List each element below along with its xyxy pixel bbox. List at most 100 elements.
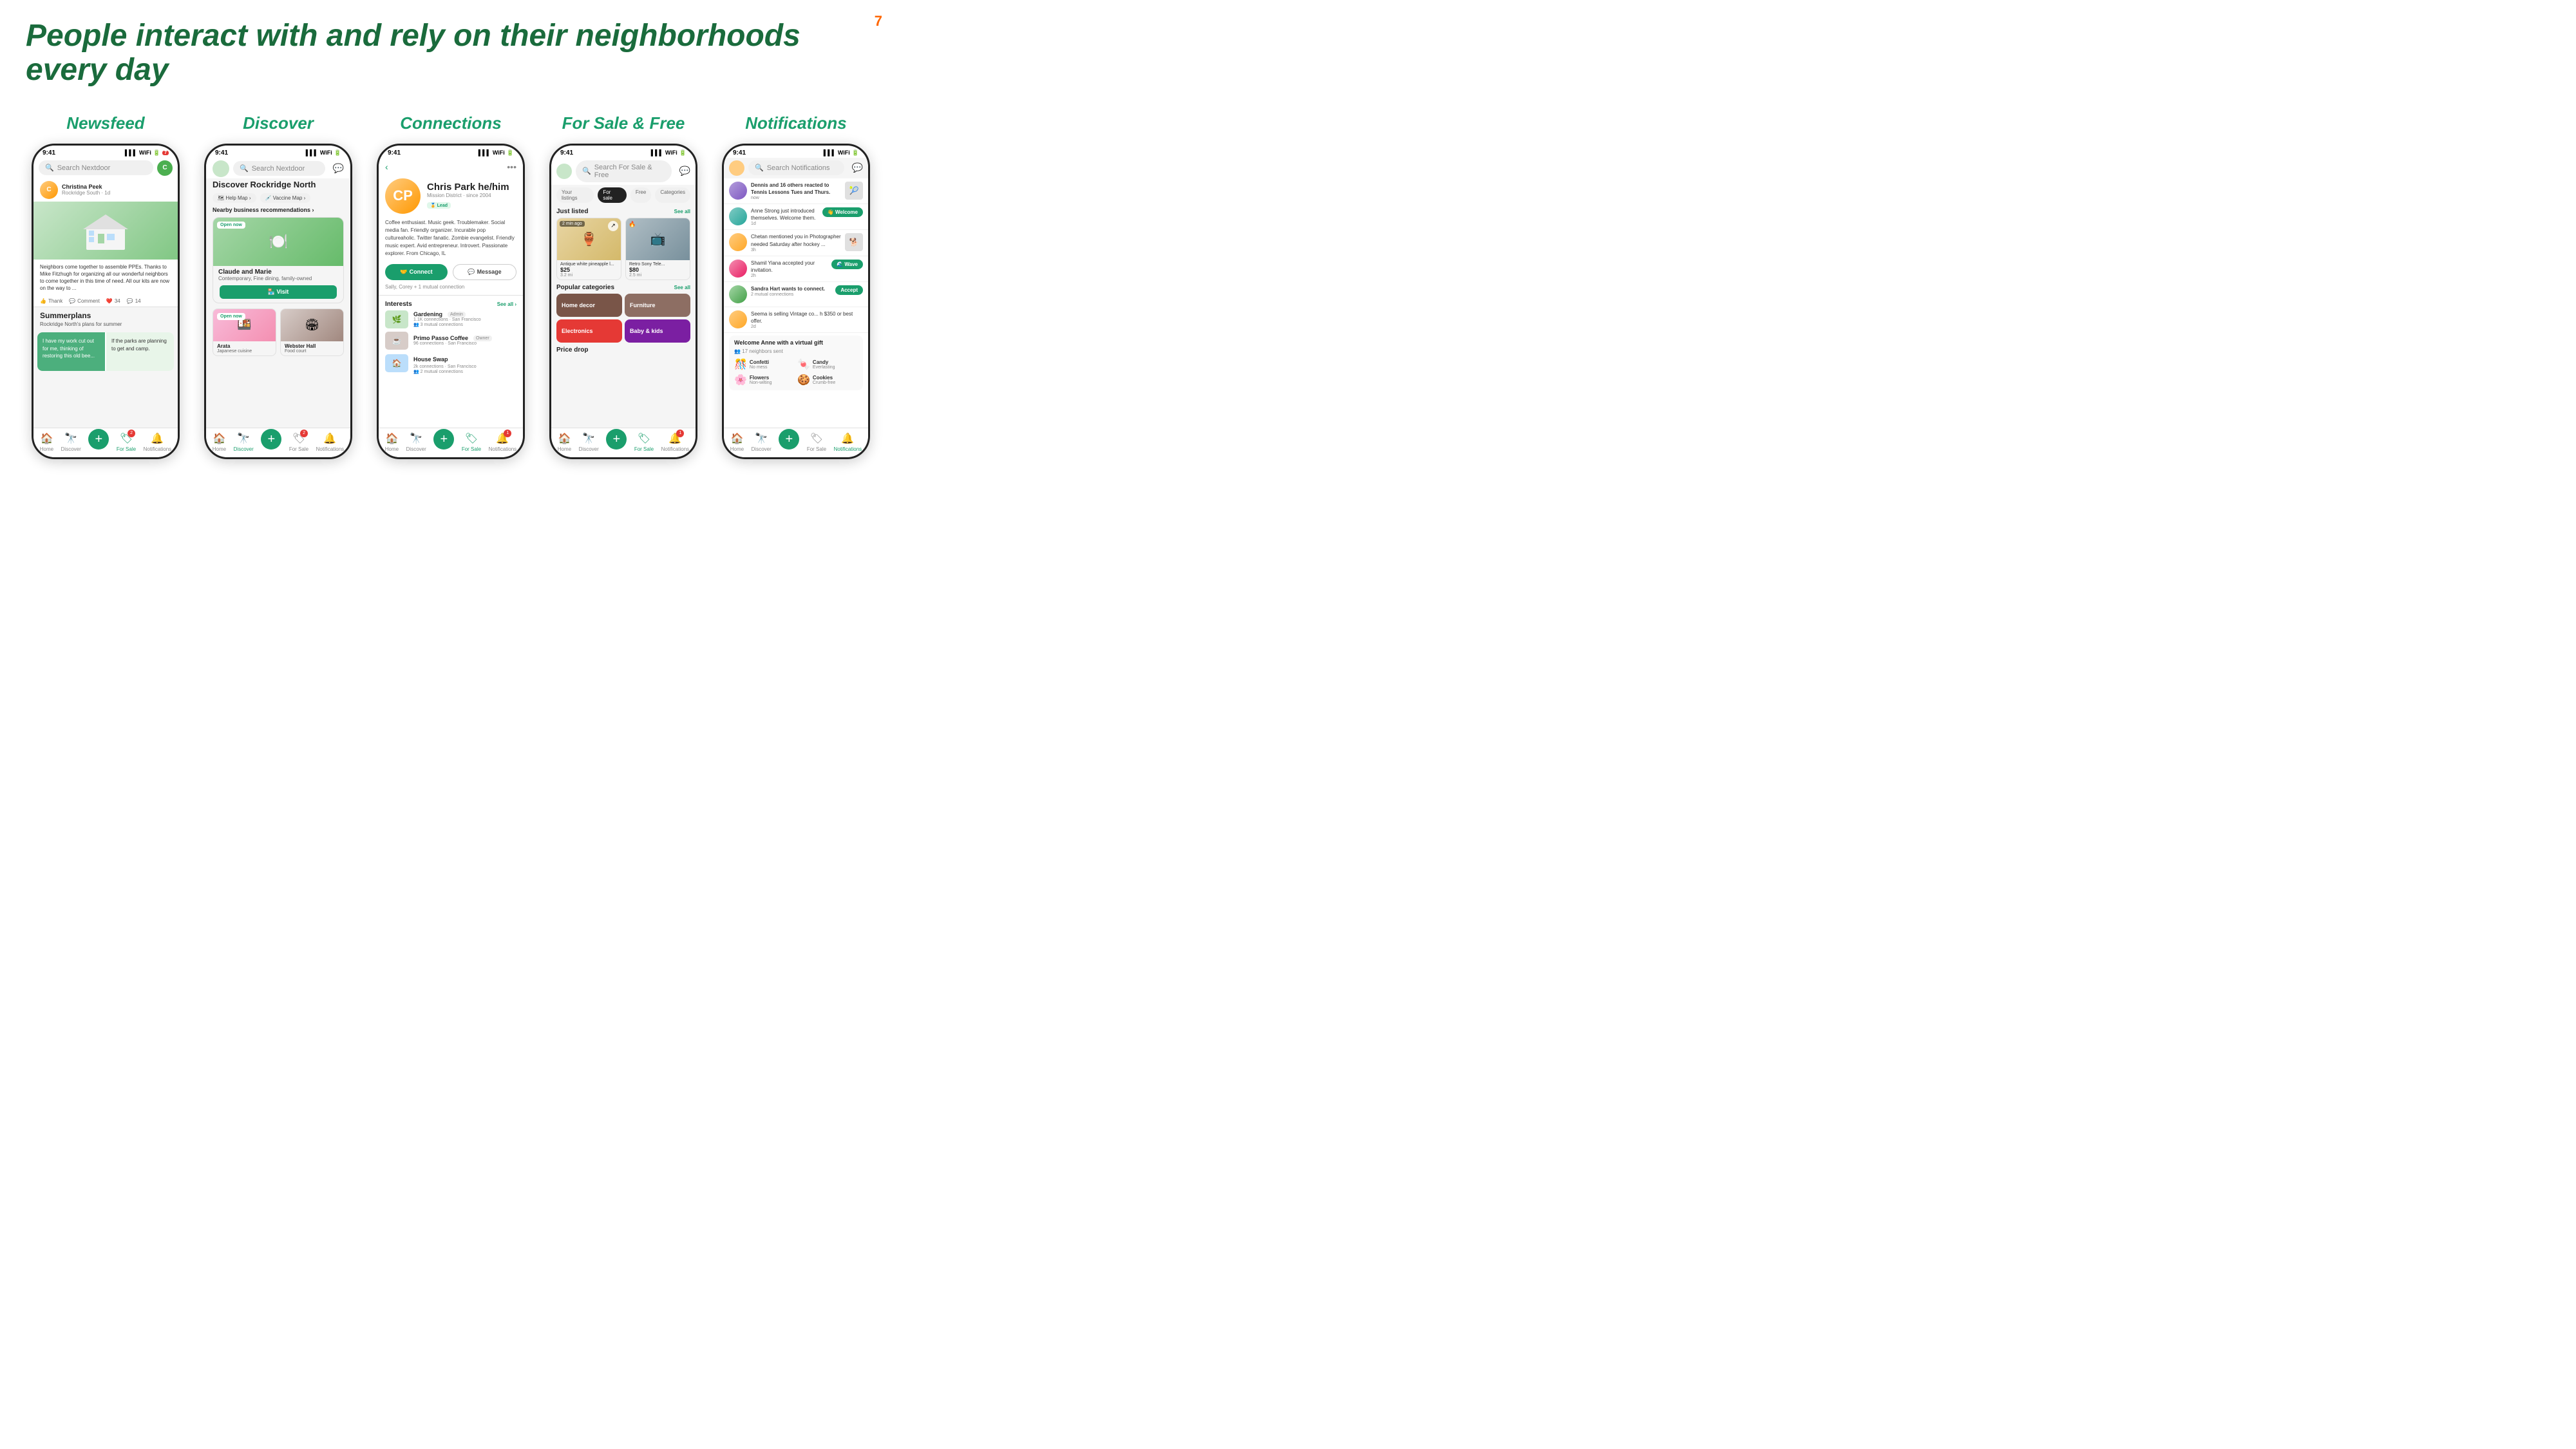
post-button[interactable]: + — [606, 429, 627, 450]
vaccine-map-chip[interactable]: 💉 Vaccine Map › — [260, 193, 311, 203]
comment-action[interactable]: 💬 Comment — [69, 298, 100, 304]
connect-button[interactable]: 🤝 Connect — [385, 264, 448, 280]
discover-search[interactable]: 🔍 Search Nextdoor — [233, 161, 325, 176]
search-icon: 🔍 — [45, 164, 54, 172]
gift-cookies[interactable]: 🍪 Cookies Crumb-free — [797, 374, 858, 386]
more-button[interactable]: ••• — [507, 162, 516, 172]
see-all-button[interactable]: See all › — [497, 301, 516, 307]
chat-icon[interactable]: 💬 — [852, 162, 863, 173]
notification-badge: 7 — [162, 151, 169, 155]
post-button[interactable]: + — [88, 429, 109, 450]
help-map-chip[interactable]: 🗺 Help Map › — [213, 193, 256, 203]
post-user-name: Christina Peek — [62, 184, 110, 190]
nav-home[interactable]: 🏠Home — [40, 432, 53, 452]
discover-header: 🔍 Search Nextdoor 💬 — [206, 158, 350, 178]
notif-item-dennis[interactable]: Dennis and 16 others reacted to Tennis L… — [724, 178, 868, 204]
nav-post[interactable]: + — [606, 434, 627, 450]
forsale-icon: 🏷 — [638, 432, 650, 445]
nav-home[interactable]: 🏠Home — [730, 432, 744, 452]
status-bar: 9:41 ▌▌▌ WiFi 🔋 7 — [33, 146, 178, 158]
post-actions[interactable]: 👍 Thank 💬 Comment ❤️ 34 💬 14 — [33, 296, 178, 307]
notif-message-2: Anne Strong just introduced themselves. … — [751, 207, 819, 222]
thank-action[interactable]: 👍 Thank — [40, 298, 62, 304]
accept-button[interactable]: Accept — [835, 285, 863, 295]
nav-discover[interactable]: 🔭Discover — [579, 432, 599, 452]
newsfeed-content: C Christina Peek Rockridge South · 1d — [33, 178, 178, 428]
houseswap-details: House Swap 2k connections · San Francisc… — [413, 353, 477, 374]
tab-your-listings[interactable]: Your listings — [556, 187, 594, 203]
newsfeed-search-bar[interactable]: 🔍 Search Nextdoor C — [33, 158, 178, 178]
tab-free[interactable]: Free — [630, 187, 651, 203]
interest-coffee[interactable]: ☕ Primo Passo Coffee Owner 96 connection… — [385, 332, 516, 350]
nav-forsale[interactable]: 🏷2For Sale — [117, 432, 136, 452]
notif-item-shamil[interactable]: Shamil Yiana accepted your invitation. 2… — [724, 256, 868, 282]
forsale-label: For Sale — [807, 446, 826, 452]
notif-item-sandra[interactable]: Sandra Hart wants to connect. 2 mutual c… — [724, 282, 868, 307]
post-button[interactable]: + — [261, 429, 281, 450]
forsale-search[interactable]: 🔍 Search For Sale & Free — [576, 160, 672, 182]
post-button[interactable]: + — [779, 429, 799, 450]
business-card-1[interactable]: Open now 🍽️ Claude and Marie Contemporar… — [213, 217, 344, 303]
gift-flowers[interactable]: 🌸 Flowers Non-wilting — [734, 374, 795, 386]
search-input-area[interactable]: 🔍 Search Nextdoor — [39, 160, 153, 175]
chat-icon[interactable]: 💬 — [333, 163, 344, 174]
nav-home[interactable]: 🏠Home — [558, 432, 571, 452]
notif-item-seema[interactable]: Seema is selling Vintage co... h $350 or… — [724, 307, 868, 333]
cat-furniture[interactable]: Furniture — [625, 294, 690, 317]
nav-discover[interactable]: 🔭Discover — [752, 432, 772, 452]
message-button[interactable]: 💬 Message — [453, 264, 516, 280]
nav-discover[interactable]: 🔭Discover — [406, 432, 426, 452]
discover-icon: 🔭 — [237, 432, 250, 445]
nav-forsale[interactable]: 🏷2For Sale — [289, 432, 308, 452]
business-card-webster[interactable]: 🏟 Webster Hall Food court — [280, 308, 344, 356]
gift-candy[interactable]: 🍬 Candy Everlasting — [797, 358, 858, 371]
connections-phone: 9:41 ▌▌▌ WiFi 🔋 ‹ ••• CP Ch — [377, 144, 525, 459]
cat-decor[interactable]: Home decor — [556, 294, 622, 317]
nav-discover[interactable]: 🔭Discover — [61, 432, 81, 452]
business-card-arata[interactable]: Open now 🍱 Arata Japanese cuisine — [213, 308, 276, 356]
user-avatar[interactable]: C — [157, 160, 173, 176]
nav-forsale[interactable]: 🏷For Sale — [807, 432, 826, 452]
nav-home[interactable]: 🏠Home — [213, 432, 226, 452]
nav-notif[interactable]: 🔔Notifications — [144, 432, 172, 452]
cat-electronics[interactable]: Electronics — [556, 319, 622, 343]
nav-post[interactable]: + — [261, 434, 281, 450]
houseswap-mutual: 👥 2 mutual connections — [413, 369, 477, 374]
forsale-label: For Sale — [462, 446, 481, 452]
listing-lamp[interactable]: 2 min ago ↗ 🏺 Antique white pineapple l.… — [556, 218, 621, 280]
tab-for-sale[interactable]: For sale — [598, 187, 627, 203]
nav-forsale[interactable]: 🏷For Sale — [462, 432, 481, 452]
notif-item-chetan[interactable]: Chetan mentioned you in Photographer nee… — [724, 230, 868, 256]
wave-button[interactable]: 🌊 Wave — [831, 260, 863, 269]
nav-home[interactable]: 🏠Home — [385, 432, 399, 452]
see-all-cats[interactable]: See all — [674, 285, 690, 290]
discover-column: Discover 9:41 ▌▌▌ WiFi 🔋 🔍 Search Nextdo… — [198, 113, 358, 459]
interest-gardening[interactable]: 🌿 Gardening Admin 1.1K connections · San… — [385, 310, 516, 328]
see-all-button[interactable]: See all — [674, 209, 690, 214]
nav-discover[interactable]: 🔭Discover — [234, 432, 254, 452]
nav-notif[interactable]: 🔔Notifications — [834, 432, 862, 452]
nav-notif[interactable]: 🔔1Notifications — [489, 432, 517, 452]
share-icon[interactable]: ↗ — [608, 221, 618, 231]
tab-categories[interactable]: Categories — [655, 187, 690, 203]
notif-text-2: Anne Strong just introduced themselves. … — [751, 207, 819, 226]
nearby-label[interactable]: Nearby business recommendations › — [206, 205, 350, 214]
notif-item-anne[interactable]: Anne Strong just introduced themselves. … — [724, 204, 868, 230]
welcome-button[interactable]: 👋 Welcome — [822, 207, 863, 217]
cat-baby[interactable]: Baby & kids — [625, 319, 690, 343]
interest-houseswap[interactable]: 🏠 House Swap 2k connections · San Franci… — [385, 353, 516, 374]
nav-forsale[interactable]: 🏷For Sale — [634, 432, 654, 452]
nav-post[interactable]: + — [88, 434, 109, 450]
listing-tv[interactable]: 🔥 📺 Retro Sony Tele... $80 2.5 mi — [625, 218, 690, 280]
chat-icon[interactable]: 💬 — [679, 166, 690, 176]
back-button[interactable]: ‹ — [385, 162, 388, 172]
nav-post[interactable]: + — [433, 434, 454, 450]
notif-search[interactable]: 🔍 Search Notifications — [748, 160, 844, 175]
nav-notif[interactable]: 🔔Notifications — [316, 432, 345, 452]
gift-confetti[interactable]: 🎊 Confetti No mess — [734, 358, 795, 371]
status-time: 9:41 — [388, 149, 401, 156]
post-button[interactable]: + — [433, 429, 454, 450]
nav-notif[interactable]: 🔔1Notifications — [661, 432, 690, 452]
visit-button[interactable]: 🏪 Visit — [220, 285, 337, 299]
nav-post[interactable]: + — [779, 434, 799, 450]
